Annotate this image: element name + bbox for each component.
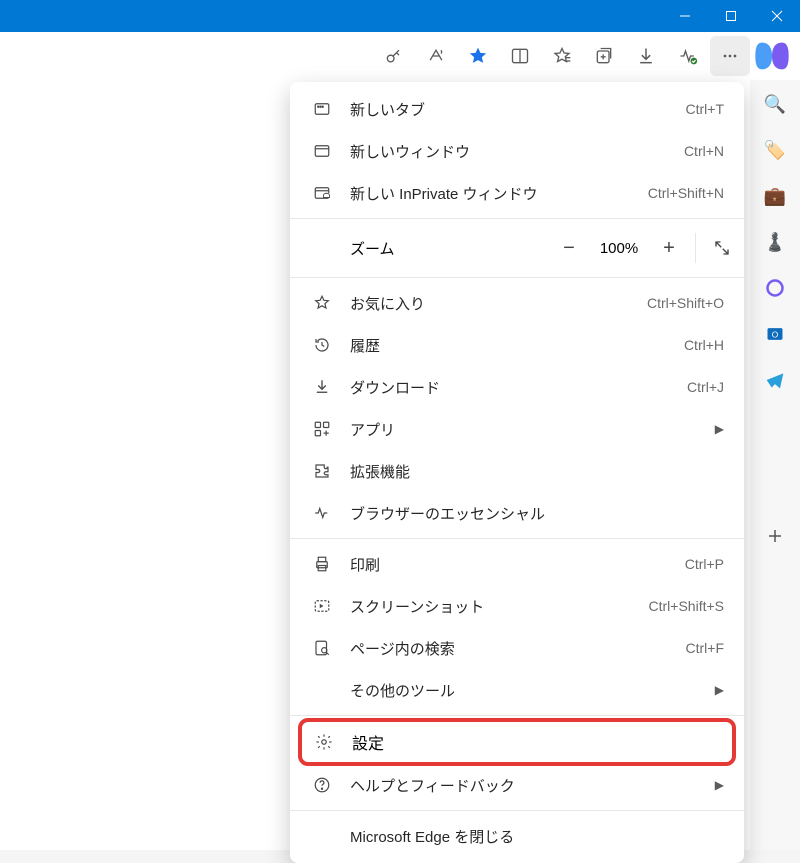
inprivate-icon — [310, 184, 334, 202]
menu-essentials[interactable]: ブラウザーのエッセンシャル — [290, 492, 744, 534]
zoom-in-button[interactable]: + — [647, 226, 691, 270]
separator — [695, 233, 696, 263]
menu-label: 新しいウィンドウ — [350, 141, 684, 162]
menu-label: ヘルプとフィードバック — [350, 775, 707, 796]
gear-icon — [312, 733, 336, 751]
puzzle-icon — [310, 462, 334, 480]
menu-help[interactable]: ヘルプとフィードバック ▶ — [290, 764, 744, 806]
chevron-right-icon: ▶ — [715, 422, 724, 436]
edge-sidebar: 🔍 🏷️ 💼 ♟️ O — [750, 80, 800, 850]
collections-icon[interactable] — [584, 36, 624, 76]
find-icon — [310, 639, 334, 657]
menu-label: 履歴 — [350, 335, 684, 356]
address-bar[interactable] — [8, 39, 374, 73]
menu-label: 新しいタブ — [350, 99, 686, 120]
chevron-right-icon: ▶ — [715, 683, 724, 697]
menu-find[interactable]: ページ内の検索 Ctrl+F — [290, 627, 744, 669]
menu-new-window[interactable]: 新しいウィンドウ Ctrl+N — [290, 130, 744, 172]
sidebar-games-icon[interactable]: ♟️ — [761, 228, 789, 256]
menu-extensions[interactable]: 拡張機能 — [290, 450, 744, 492]
zoom-out-button[interactable]: − — [547, 226, 591, 270]
menu-print[interactable]: 印刷 Ctrl+P — [290, 543, 744, 585]
zoom-value: 100% — [591, 240, 647, 257]
key-icon[interactable] — [374, 36, 414, 76]
menu-label: 設定 — [352, 730, 384, 754]
favorite-star-icon[interactable] — [458, 36, 498, 76]
menu-shortcut: Ctrl+T — [686, 101, 725, 117]
history-icon — [310, 336, 334, 354]
menu-history[interactable]: 履歴 Ctrl+H — [290, 324, 744, 366]
settings-more-button[interactable] — [710, 36, 750, 76]
menu-label: ページ内の検索 — [350, 638, 686, 659]
chevron-right-icon: ▶ — [715, 778, 724, 792]
menu-label: 新しい InPrivate ウィンドウ — [350, 183, 648, 204]
menu-screenshot[interactable]: スクリーンショット Ctrl+Shift+S — [290, 585, 744, 627]
menu-favorites[interactable]: お気に入り Ctrl+Shift+O — [290, 282, 744, 324]
menu-shortcut: Ctrl+J — [687, 379, 724, 395]
menu-apps[interactable]: アプリ ▶ — [290, 408, 744, 450]
screenshot-icon — [310, 597, 334, 615]
sidebar-search-icon[interactable]: 🔍 — [761, 90, 789, 118]
menu-separator — [290, 277, 744, 278]
split-screen-icon[interactable] — [500, 36, 540, 76]
menu-separator — [290, 810, 744, 811]
sidebar-shopping-icon[interactable]: 🏷️ — [761, 136, 789, 164]
menu-shortcut: Ctrl+P — [685, 556, 724, 572]
menu-new-tab[interactable]: 新しいタブ Ctrl+T — [290, 88, 744, 130]
pulse-icon — [310, 504, 334, 522]
menu-shortcut: Ctrl+F — [686, 640, 725, 656]
menu-shortcut: Ctrl+Shift+O — [647, 295, 724, 311]
maximize-button[interactable] — [708, 0, 754, 32]
menu-zoom-row: ズーム − 100% + — [290, 223, 744, 273]
printer-icon — [310, 555, 334, 573]
new-tab-icon — [310, 100, 334, 118]
help-icon — [310, 776, 334, 794]
menu-close-edge[interactable]: Microsoft Edge を閉じる — [290, 815, 744, 857]
menu-label: お気に入り — [350, 293, 647, 314]
svg-text:O: O — [772, 329, 779, 339]
browser-essentials-icon[interactable] — [668, 36, 708, 76]
menu-settings[interactable]: 設定 — [298, 718, 736, 766]
read-aloud-icon[interactable] — [416, 36, 456, 76]
downloads-icon[interactable] — [626, 36, 666, 76]
menu-shortcut: Ctrl+H — [684, 337, 724, 353]
window-icon — [310, 142, 334, 160]
copilot-icon[interactable] — [752, 36, 792, 76]
menu-shortcut: Ctrl+Shift+N — [648, 185, 724, 201]
apps-icon — [310, 420, 334, 438]
menu-shortcut: Ctrl+Shift+S — [649, 598, 724, 614]
zoom-label: ズーム — [350, 238, 547, 259]
download-icon — [310, 378, 334, 396]
menu-label: Microsoft Edge を閉じる — [350, 826, 724, 847]
menu-separator — [290, 715, 744, 716]
menu-separator — [290, 538, 744, 539]
toolbar — [0, 32, 800, 80]
sidebar-m365-icon[interactable] — [761, 274, 789, 302]
menu-separator — [290, 218, 744, 219]
menu-label: その他のツール — [350, 680, 707, 701]
menu-label: アプリ — [350, 419, 707, 440]
fullscreen-button[interactable] — [700, 226, 744, 270]
minimize-button[interactable] — [662, 0, 708, 32]
sidebar-tools-icon[interactable]: 💼 — [761, 182, 789, 210]
window-titlebar — [0, 0, 800, 32]
menu-label: ダウンロード — [350, 377, 687, 398]
settings-menu: 新しいタブ Ctrl+T 新しいウィンドウ Ctrl+N 新しい InPriva… — [290, 82, 744, 863]
menu-more-tools[interactable]: その他のツール ▶ — [290, 669, 744, 711]
close-window-button[interactable] — [754, 0, 800, 32]
menu-shortcut: Ctrl+N — [684, 143, 724, 159]
menu-label: ブラウザーのエッセンシャル — [350, 503, 724, 524]
menu-label: 印刷 — [350, 554, 685, 575]
menu-new-inprivate[interactable]: 新しい InPrivate ウィンドウ Ctrl+Shift+N — [290, 172, 744, 214]
menu-label: スクリーンショット — [350, 596, 649, 617]
star-outline-icon — [310, 294, 334, 312]
sidebar-outlook-icon[interactable]: O — [761, 320, 789, 348]
favorites-button-icon[interactable] — [542, 36, 582, 76]
menu-downloads[interactable]: ダウンロード Ctrl+J — [290, 366, 744, 408]
sidebar-telegram-icon[interactable] — [761, 366, 789, 394]
sidebar-add-icon[interactable] — [761, 522, 789, 550]
menu-label: 拡張機能 — [350, 461, 724, 482]
